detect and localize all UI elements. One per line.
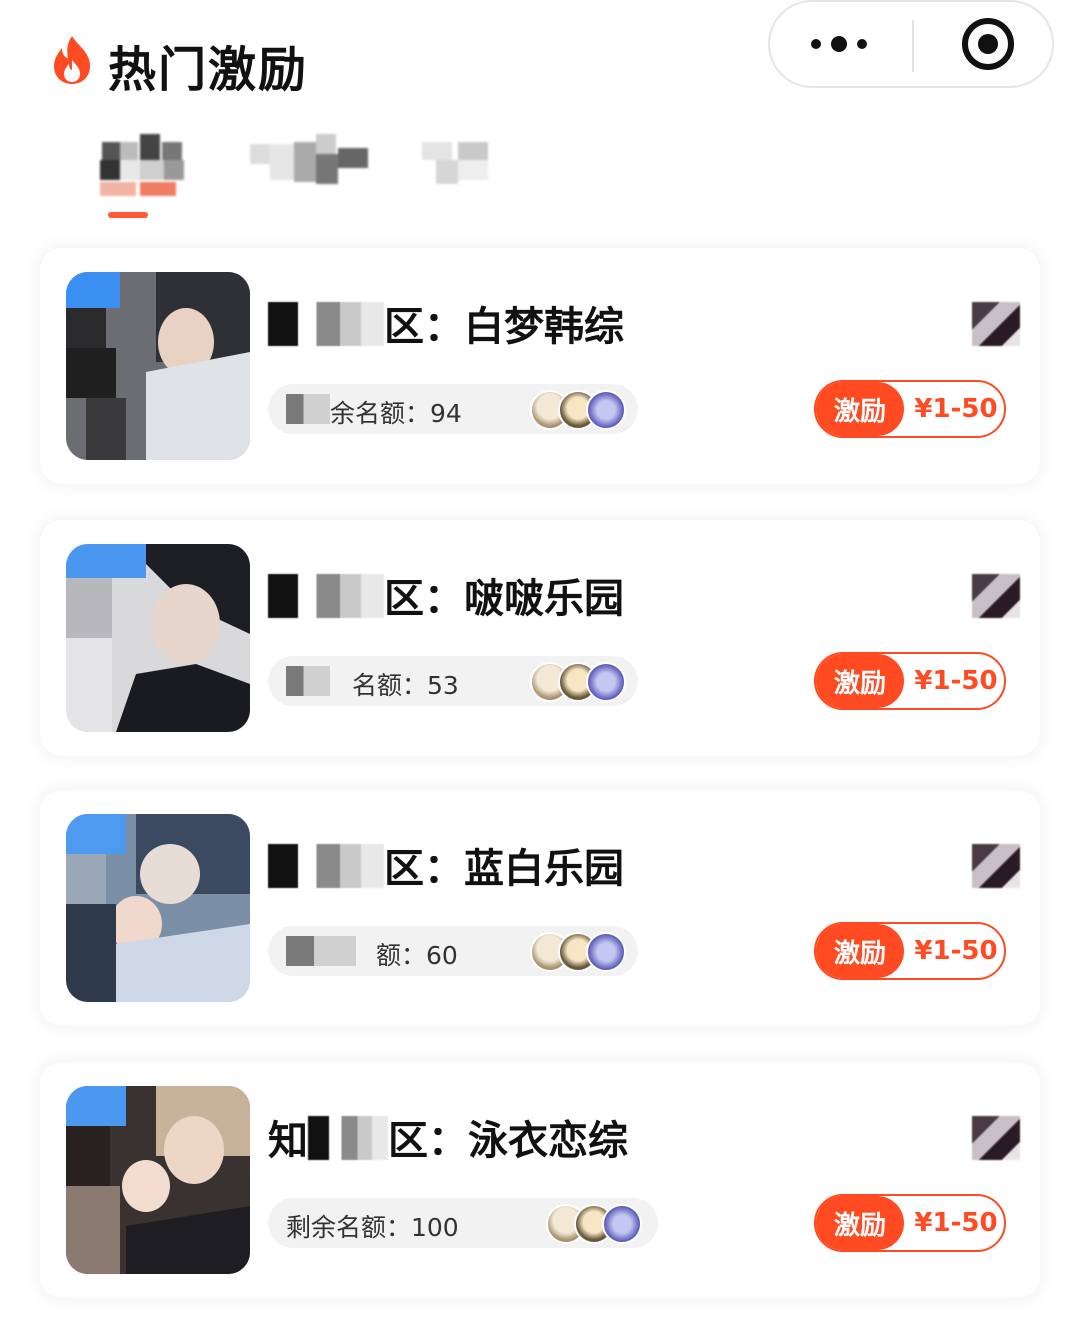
blurred-text bbox=[286, 936, 356, 966]
participant-avatars bbox=[546, 1204, 646, 1244]
incentive-label: 激励 bbox=[816, 382, 904, 436]
avatar bbox=[586, 932, 626, 972]
capsule-divider bbox=[912, 20, 914, 72]
incentive-price: ¥1-50 bbox=[914, 936, 998, 966]
incentive-price: ¥1-50 bbox=[914, 666, 998, 696]
flame-icon bbox=[54, 36, 90, 84]
tab-blurred-2[interactable] bbox=[250, 134, 370, 190]
incentive-card[interactable]: 知区：泳衣恋综 剩余名额：100 激励 ¥1-50 bbox=[40, 1062, 1040, 1298]
quota-text: 余名额：94 bbox=[330, 399, 462, 428]
incentive-card[interactable]: 区：白梦韩综 余名额：94 激励 ¥1-50 bbox=[40, 248, 1040, 484]
incentive-button[interactable]: 激励 ¥1-50 bbox=[814, 1194, 1006, 1252]
card-title: 知区：泳衣恋综 bbox=[268, 1116, 628, 1164]
incentive-label: 激励 bbox=[816, 1196, 904, 1250]
quota-pill: 名额：53 bbox=[268, 656, 638, 706]
card-title: 区：白梦韩综 bbox=[268, 294, 624, 352]
incentive-label: 激励 bbox=[816, 654, 904, 708]
cover-image bbox=[66, 1086, 250, 1274]
incentive-card[interactable]: 区：啵啵乐园 名额：53 激励 ¥1-50 bbox=[40, 520, 1040, 756]
blurred-text bbox=[308, 1116, 388, 1160]
participant-avatars bbox=[530, 662, 630, 702]
page-title: 热门激励 bbox=[108, 42, 309, 98]
blurred-text bbox=[286, 394, 330, 424]
quota-text: 额：60 bbox=[376, 941, 458, 970]
target-icon[interactable] bbox=[960, 16, 1016, 72]
blurred-text bbox=[286, 666, 330, 696]
active-tab-indicator bbox=[108, 212, 148, 218]
mini-program-capsule bbox=[768, 0, 1054, 88]
cover-image bbox=[66, 272, 250, 460]
blurred-badge bbox=[972, 302, 1020, 346]
card-title: 区：蓝白乐园 bbox=[268, 836, 624, 894]
incentive-price: ¥1-50 bbox=[914, 1208, 998, 1238]
blurred-badge bbox=[972, 844, 1020, 888]
quota-pill: 额：60 bbox=[268, 926, 638, 976]
incentive-card[interactable]: 区：蓝白乐园 额：60 激励 ¥1-50 bbox=[40, 790, 1040, 1026]
quota-pill: 剩余名额：100 bbox=[268, 1198, 658, 1248]
avatar bbox=[602, 1204, 642, 1244]
blurred-text bbox=[268, 302, 384, 346]
quota-text: 名额：53 bbox=[352, 671, 459, 700]
blurred-text bbox=[268, 574, 384, 618]
quota-text: 剩余名额：100 bbox=[286, 1213, 459, 1242]
tab-blurred-3[interactable] bbox=[422, 134, 504, 190]
cover-image bbox=[66, 814, 250, 1002]
more-dots-icon[interactable] bbox=[808, 32, 870, 56]
cover-image bbox=[66, 544, 250, 732]
incentive-price: ¥1-50 bbox=[914, 394, 998, 424]
participant-avatars bbox=[530, 390, 630, 430]
tab-blurred-1[interactable] bbox=[100, 134, 200, 212]
incentive-button[interactable]: 激励 ¥1-50 bbox=[814, 380, 1006, 438]
participant-avatars bbox=[530, 932, 630, 972]
category-tabs bbox=[0, 120, 1080, 230]
incentive-button[interactable]: 激励 ¥1-50 bbox=[814, 922, 1006, 980]
blurred-badge bbox=[972, 1116, 1020, 1160]
quota-pill: 余名额：94 bbox=[268, 384, 638, 434]
blurred-text bbox=[268, 844, 384, 888]
header: 热门激励 bbox=[0, 0, 1080, 120]
incentive-label: 激励 bbox=[816, 924, 904, 978]
avatar bbox=[586, 390, 626, 430]
avatar bbox=[586, 662, 626, 702]
card-title: 区：啵啵乐园 bbox=[268, 566, 624, 624]
blurred-badge bbox=[972, 574, 1020, 618]
incentive-button[interactable]: 激励 ¥1-50 bbox=[814, 652, 1006, 710]
